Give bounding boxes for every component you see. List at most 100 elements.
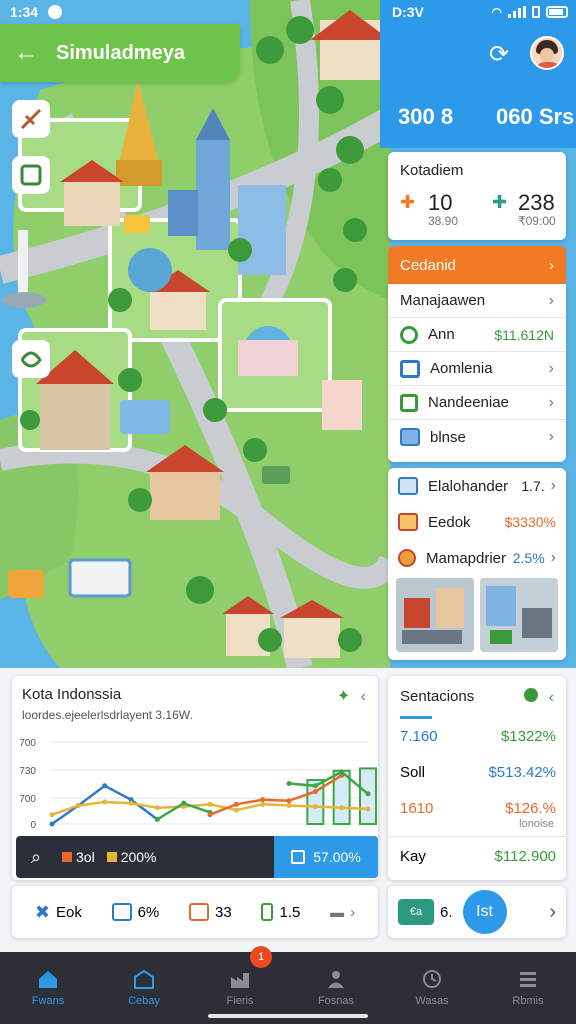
menu-item-label: blnse (430, 428, 466, 446)
nav-item-label: Fieris (226, 995, 254, 1007)
chart-footer-value-button[interactable]: 57.00% (274, 836, 378, 878)
chart-point (312, 789, 318, 795)
nav-item-label: Cebay (128, 995, 160, 1007)
quick-stat-more[interactable]: ▬ › (330, 904, 355, 921)
resource-row[interactable]: Eedok $3330% (388, 504, 566, 540)
line-chart: 0 700 730 700 (19, 738, 377, 831)
bottom-action-panel: €a 6. Ist › (388, 886, 566, 938)
sentiment-row[interactable]: 7.160 $1322% (400, 728, 556, 745)
map-tool-layer-button[interactable] (12, 340, 50, 378)
sentiment-row[interactable]: Kay $112.900 (400, 848, 556, 865)
quick-stat-label: 33 (215, 903, 232, 921)
sentiment-row-value: $513.42% (488, 764, 556, 781)
chart-point (365, 806, 371, 812)
resource-value: 1.7. (521, 478, 545, 494)
preview-thumbnail[interactable] (480, 578, 558, 652)
avatar[interactable] (530, 36, 564, 70)
chart-point (49, 821, 55, 827)
orange-action-label: Cedanid (400, 256, 456, 274)
chart-point (102, 783, 108, 789)
y-tick-label: 700 (19, 738, 36, 749)
square-icon (400, 393, 418, 412)
home-icon (39, 971, 57, 988)
map-tool-build-button[interactable] (12, 100, 50, 138)
badge-icon (398, 549, 416, 567)
bottom-action-button[interactable]: Ist (462, 890, 507, 934)
menu-item[interactable]: Ann $11.612N (388, 318, 566, 352)
resource-row[interactable]: Mamapdrier 2.5% › (388, 540, 566, 576)
sentiment-row-label: Kay (400, 848, 426, 865)
home-indicator[interactable] (208, 1014, 368, 1018)
sentiment-action-icons[interactable]: ‹ (524, 688, 554, 707)
arrows-orange-icon: ✚ (400, 192, 416, 212)
menu-item-value: $11.612N (494, 326, 554, 343)
chart-point (260, 797, 266, 803)
city-summary-stat1-sub: 38.90 (428, 214, 459, 228)
resource-value: $3330% (504, 514, 556, 530)
chart-point (128, 800, 134, 806)
nav-item-store[interactable]: Cebay (96, 952, 192, 1024)
chart-point (154, 805, 160, 811)
sentiment-row[interactable]: 1610 $126.% (400, 800, 556, 817)
folder-icon (400, 359, 420, 378)
management-menu: Manajaawen › Ann $11.612N Aomlenia › Nan… (388, 284, 566, 462)
menu-item[interactable]: blnse › (388, 420, 566, 454)
preview-thumbnail[interactable] (396, 578, 474, 652)
quick-stat[interactable]: 1.5 (261, 903, 300, 921)
list-icon (520, 972, 536, 987)
quick-stat[interactable]: 6% (111, 903, 160, 921)
menu-item[interactable]: Nandeeniae › (388, 386, 566, 420)
quick-stat[interactable]: 33 (189, 903, 232, 921)
chevron-right-icon[interactable]: › (549, 901, 556, 924)
quick-stat-label: Eok (55, 903, 82, 921)
collapse-icon[interactable]: ‹ (549, 689, 554, 706)
resource-label: Eedok (428, 513, 471, 531)
sentiment-row[interactable]: Soll $513.42% (400, 764, 556, 781)
resource-row[interactable]: Elalohander 1.7. › (388, 468, 566, 504)
thumbnail-image (480, 578, 558, 652)
city-summary-panel: Kotadiem ✚ 10 38.90 ✚ 238 ₹09:00 (388, 152, 566, 240)
store-icon (134, 969, 154, 989)
hud-stat-secondary: 060 Srs (496, 104, 575, 129)
orange-action-button[interactable]: Cedanid › (388, 246, 566, 284)
phone-icon (261, 903, 274, 921)
chevron-right-icon: › (549, 256, 554, 274)
chart-point (286, 780, 292, 786)
rocket-icon (398, 477, 418, 495)
menu-header-label: Manajaawen (400, 292, 486, 309)
chart-point (102, 799, 108, 805)
chart-action-icons[interactable]: ✦ ‹ (337, 686, 366, 706)
search-icon[interactable]: ⌕ (16, 847, 56, 868)
box-icon (291, 850, 306, 864)
quick-stat-label: 6% (137, 903, 160, 921)
menu-item-label: Ann (428, 326, 455, 343)
nav-item-label: Fosnas (317, 995, 355, 1007)
bottom-action-value: 6. (440, 903, 453, 921)
crane-icon: ✖ (34, 901, 50, 922)
legend-yellow-swatch (106, 852, 117, 862)
map-tool-zone-button[interactable] (12, 156, 50, 194)
city-summary-stat1: 10 (428, 190, 453, 215)
quick-stat-label: 1.5 (279, 903, 301, 921)
menu-header[interactable]: Manajaawen › (388, 284, 566, 318)
chart-point (286, 802, 292, 808)
nav-item-list[interactable]: Rbmis (480, 952, 576, 1024)
menu-item[interactable]: Aomlenia › (388, 352, 566, 386)
chart-subtitle: loordes.ejeelerlsdrlayent 3.16W. (22, 708, 193, 722)
chevron-right-icon: › (548, 428, 554, 445)
status-green-icon (524, 688, 539, 702)
chevron-right-icon: › (548, 359, 554, 377)
settings-icon[interactable]: ✦ (337, 688, 350, 705)
chart-point (181, 800, 187, 806)
sentiment-panel: Sentacions ‹ 7.160 $1322% Soll $513.42% … (388, 676, 566, 880)
collapse-icon[interactable]: ‹ (361, 688, 366, 705)
nav-item-clock[interactable]: Wasas (384, 952, 480, 1024)
chart-point (286, 798, 292, 804)
quick-stat[interactable]: ✖ Eok (35, 902, 82, 923)
nav-item-home[interactable]: Fwans (0, 952, 96, 1024)
nav-item-label: Fwans (31, 995, 65, 1007)
arrow-left-icon[interactable]: ← (14, 39, 38, 67)
refresh-icon[interactable]: ⟳ (484, 40, 514, 70)
city-summary-title: Kotadiem (400, 162, 464, 179)
legend-orange-swatch (62, 852, 72, 862)
